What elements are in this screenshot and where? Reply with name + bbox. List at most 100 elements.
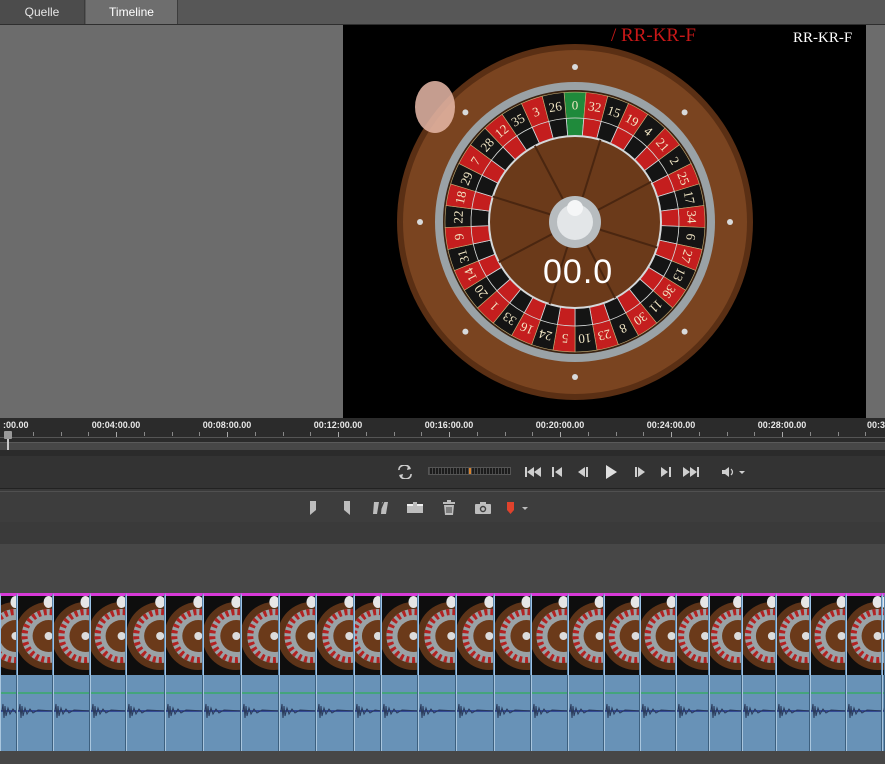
audio-clip[interactable] xyxy=(381,675,418,751)
video-clip[interactable] xyxy=(568,593,604,675)
mark-out-icon[interactable] xyxy=(336,498,358,518)
video-clip[interactable] xyxy=(0,593,17,675)
go-to-start-icon[interactable] xyxy=(522,462,544,482)
audio-clip[interactable] xyxy=(53,675,90,751)
video-clip[interactable] xyxy=(742,593,776,675)
audio-waveform xyxy=(317,692,353,719)
audio-clip[interactable] xyxy=(709,675,742,751)
video-clip[interactable] xyxy=(494,593,531,675)
volume-icon[interactable] xyxy=(720,462,748,482)
audio-clip[interactable] xyxy=(776,675,810,751)
audio-clip[interactable] xyxy=(90,675,126,751)
tab-source[interactable]: Quelle xyxy=(0,0,85,24)
timeline-header-gap xyxy=(0,522,885,544)
video-clip[interactable] xyxy=(279,593,316,675)
next-edit-icon[interactable] xyxy=(655,462,677,482)
ruler-tick xyxy=(282,432,284,436)
video-clip[interactable] xyxy=(53,593,90,675)
wheel-ball-pocket xyxy=(574,306,594,327)
audio-clip[interactable] xyxy=(494,675,531,751)
audio-clip[interactable] xyxy=(742,675,776,751)
playhead-handle[interactable] xyxy=(4,431,12,439)
video-clip[interactable] xyxy=(17,593,53,675)
video-clip[interactable] xyxy=(604,593,640,675)
video-clip[interactable] xyxy=(846,593,882,675)
video-clip[interactable] xyxy=(456,593,494,675)
video-clip[interactable] xyxy=(316,593,354,675)
clip-thumbnail xyxy=(18,596,52,670)
timeline-tracks[interactable] xyxy=(0,544,885,764)
video-clip[interactable] xyxy=(640,593,676,675)
audio-clip[interactable] xyxy=(17,675,53,751)
audio-clip[interactable] xyxy=(456,675,494,751)
audio-clip[interactable] xyxy=(279,675,316,751)
ruler-tick xyxy=(199,432,201,436)
video-clip[interactable] xyxy=(531,593,568,675)
ruler-label: :00.00 xyxy=(3,420,29,430)
ruler-tick xyxy=(171,432,173,436)
preview-area: 0 32 15 19 4 21 2 25 17 34 6 27 13 36 11 30 8 23 10 5 24 16 33… xyxy=(0,25,885,418)
audio-clip[interactable] xyxy=(0,675,17,751)
mark-in-icon[interactable] xyxy=(302,498,324,518)
audio-clip[interactable] xyxy=(354,675,381,751)
ruler-label: 00:04:00.00 xyxy=(91,420,141,430)
audio-clip[interactable] xyxy=(203,675,241,751)
snapshot-icon[interactable] xyxy=(472,498,494,518)
audio-waveform xyxy=(242,692,278,719)
wheel-diamond xyxy=(727,219,733,225)
video-clip[interactable] xyxy=(810,593,846,675)
audio-waveform xyxy=(847,692,881,719)
loop-icon[interactable] xyxy=(394,462,416,482)
step-back-icon[interactable] xyxy=(571,462,593,482)
video-clip[interactable] xyxy=(90,593,126,675)
time-ruler[interactable]: :00.00 00:04:00.00 00:08:00.00 00:12:00.… xyxy=(0,418,885,456)
clip-thumbnail xyxy=(280,596,315,670)
audio-clip[interactable] xyxy=(126,675,165,751)
audio-clip[interactable] xyxy=(165,675,203,751)
clip-thumbnail xyxy=(605,596,639,670)
clip-thumbnail xyxy=(743,596,775,670)
video-clip[interactable] xyxy=(418,593,456,675)
video-clip[interactable] xyxy=(776,593,810,675)
delete-icon[interactable] xyxy=(438,498,460,518)
audio-clip[interactable] xyxy=(810,675,846,751)
audio-clip[interactable] xyxy=(846,675,882,751)
video-track[interactable] xyxy=(0,593,885,675)
audio-clip[interactable] xyxy=(241,675,279,751)
play-icon[interactable] xyxy=(600,462,622,482)
audio-clip[interactable] xyxy=(640,675,676,751)
scrub-track[interactable] xyxy=(0,442,885,450)
video-clip[interactable] xyxy=(709,593,742,675)
video-clip[interactable] xyxy=(381,593,418,675)
audio-waveform xyxy=(605,692,639,719)
audio-track[interactable] xyxy=(0,675,885,751)
audio-clip[interactable] xyxy=(604,675,640,751)
video-clip[interactable] xyxy=(354,593,381,675)
preview-monitor[interactable]: 0 32 15 19 4 21 2 25 17 34 6 27 13 36 11 30 8 23 10 5 24 16 33… xyxy=(343,25,866,418)
audio-clip[interactable] xyxy=(676,675,709,751)
video-clip[interactable] xyxy=(203,593,241,675)
timecode-overlay: 00.0 xyxy=(543,253,614,291)
audio-clip[interactable] xyxy=(568,675,604,751)
video-clip[interactable] xyxy=(126,593,165,675)
marker-icon[interactable] xyxy=(500,498,532,518)
previous-edit-icon[interactable] xyxy=(546,462,568,482)
video-clip[interactable] xyxy=(241,593,279,675)
ruler-label: 00:08:00.00 xyxy=(202,420,252,430)
split-clip-icon[interactable] xyxy=(370,498,392,518)
clip-thumbnail xyxy=(811,596,845,670)
audio-clip[interactable] xyxy=(418,675,456,751)
audio-clip[interactable] xyxy=(531,675,568,751)
audio-waveform xyxy=(1,692,16,719)
go-to-end-icon[interactable] xyxy=(680,462,702,482)
ruler-label: 00:28:00.00 xyxy=(757,420,807,430)
clip-thumbnail xyxy=(457,596,493,670)
tab-timeline[interactable]: Timeline xyxy=(86,0,178,24)
audio-clip[interactable] xyxy=(316,675,354,751)
video-clip[interactable] xyxy=(676,593,709,675)
video-clip[interactable] xyxy=(165,593,203,675)
insert-icon[interactable] xyxy=(404,498,426,518)
jog-shuttle[interactable] xyxy=(428,467,511,475)
audio-waveform xyxy=(54,692,89,719)
step-forward-icon[interactable] xyxy=(630,462,652,482)
